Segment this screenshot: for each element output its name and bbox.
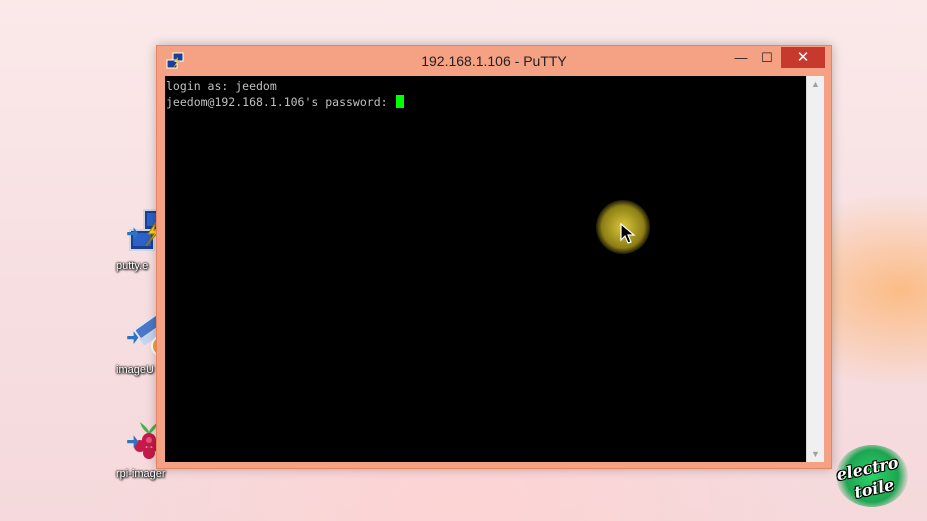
scroll-down-icon[interactable]: ▼ [807, 446, 824, 462]
desktop-icon-label: rpi-imager [116, 468, 166, 480]
terminal-line: login as: jeedom [166, 78, 806, 94]
terminal-area[interactable]: login as: jeedom jeedom@192.168.1.106's … [165, 76, 806, 462]
maximize-button[interactable]: ☐ [753, 47, 781, 68]
close-button[interactable]: ✕ [781, 47, 825, 68]
desktop-icon-label: imageU [116, 364, 154, 376]
title-bar[interactable]: 192.168.1.106 - PuTTY — ☐ ✕ [157, 46, 831, 76]
mouse-pointer-icon [620, 223, 636, 244]
terminal-line-text: login as: jeedom [166, 79, 277, 93]
terminal-line-text: jeedom@192.168.1.106's password: [166, 95, 395, 109]
terminal-line: jeedom@192.168.1.106's password: [166, 94, 806, 110]
desktop-icon-label: putty.e [116, 260, 149, 272]
vertical-scrollbar[interactable]: ▲ ▼ [806, 76, 824, 462]
electrotoile-logo: electro toile [830, 445, 914, 509]
minimize-button[interactable]: — [727, 47, 755, 68]
text-cursor [396, 95, 405, 108]
putty-window[interactable]: 192.168.1.106 - PuTTY — ☐ ✕ login as: je… [156, 45, 832, 469]
scroll-up-icon[interactable]: ▲ [807, 76, 824, 92]
